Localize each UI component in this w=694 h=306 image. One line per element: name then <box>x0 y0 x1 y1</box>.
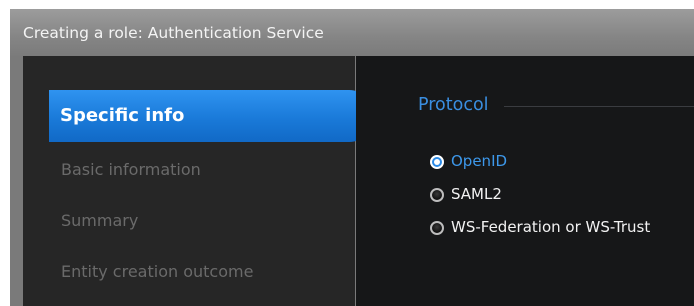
radio-option-saml2[interactable]: SAML2 <box>430 187 502 202</box>
content-panel: Protocol OpenID SAML2 WS-Federation or W… <box>356 56 694 306</box>
radio-label-openid: OpenID <box>451 152 508 170</box>
radio-label-saml2: SAML2 <box>451 185 502 203</box>
radio-option-openid[interactable]: OpenID <box>430 154 507 169</box>
protocol-section-title: Protocol <box>418 95 489 115</box>
nav-item-entity-creation-outcome[interactable]: Entity creation outcome <box>61 264 253 280</box>
window-title: Creating a role: Authentication Service <box>10 9 694 56</box>
radio-selected-icon[interactable] <box>430 154 444 169</box>
radio-label-ws-federation: WS-Federation or WS-Trust <box>451 218 651 236</box>
nav-item-summary[interactable]: Summary <box>61 213 138 229</box>
nav-item-specific-info[interactable]: Specific info <box>49 90 375 142</box>
nav-item-basic-information[interactable]: Basic information <box>61 162 201 178</box>
radio-unselected-icon[interactable] <box>430 187 444 202</box>
radio-unselected-icon[interactable] <box>430 220 444 235</box>
section-divider <box>504 106 694 107</box>
radio-option-ws-federation[interactable]: WS-Federation or WS-Trust <box>430 220 650 235</box>
dialog-window: Creating a role: Authentication Service … <box>10 9 694 306</box>
wizard-steps-panel: Specific info Basic information Summary … <box>23 56 375 306</box>
